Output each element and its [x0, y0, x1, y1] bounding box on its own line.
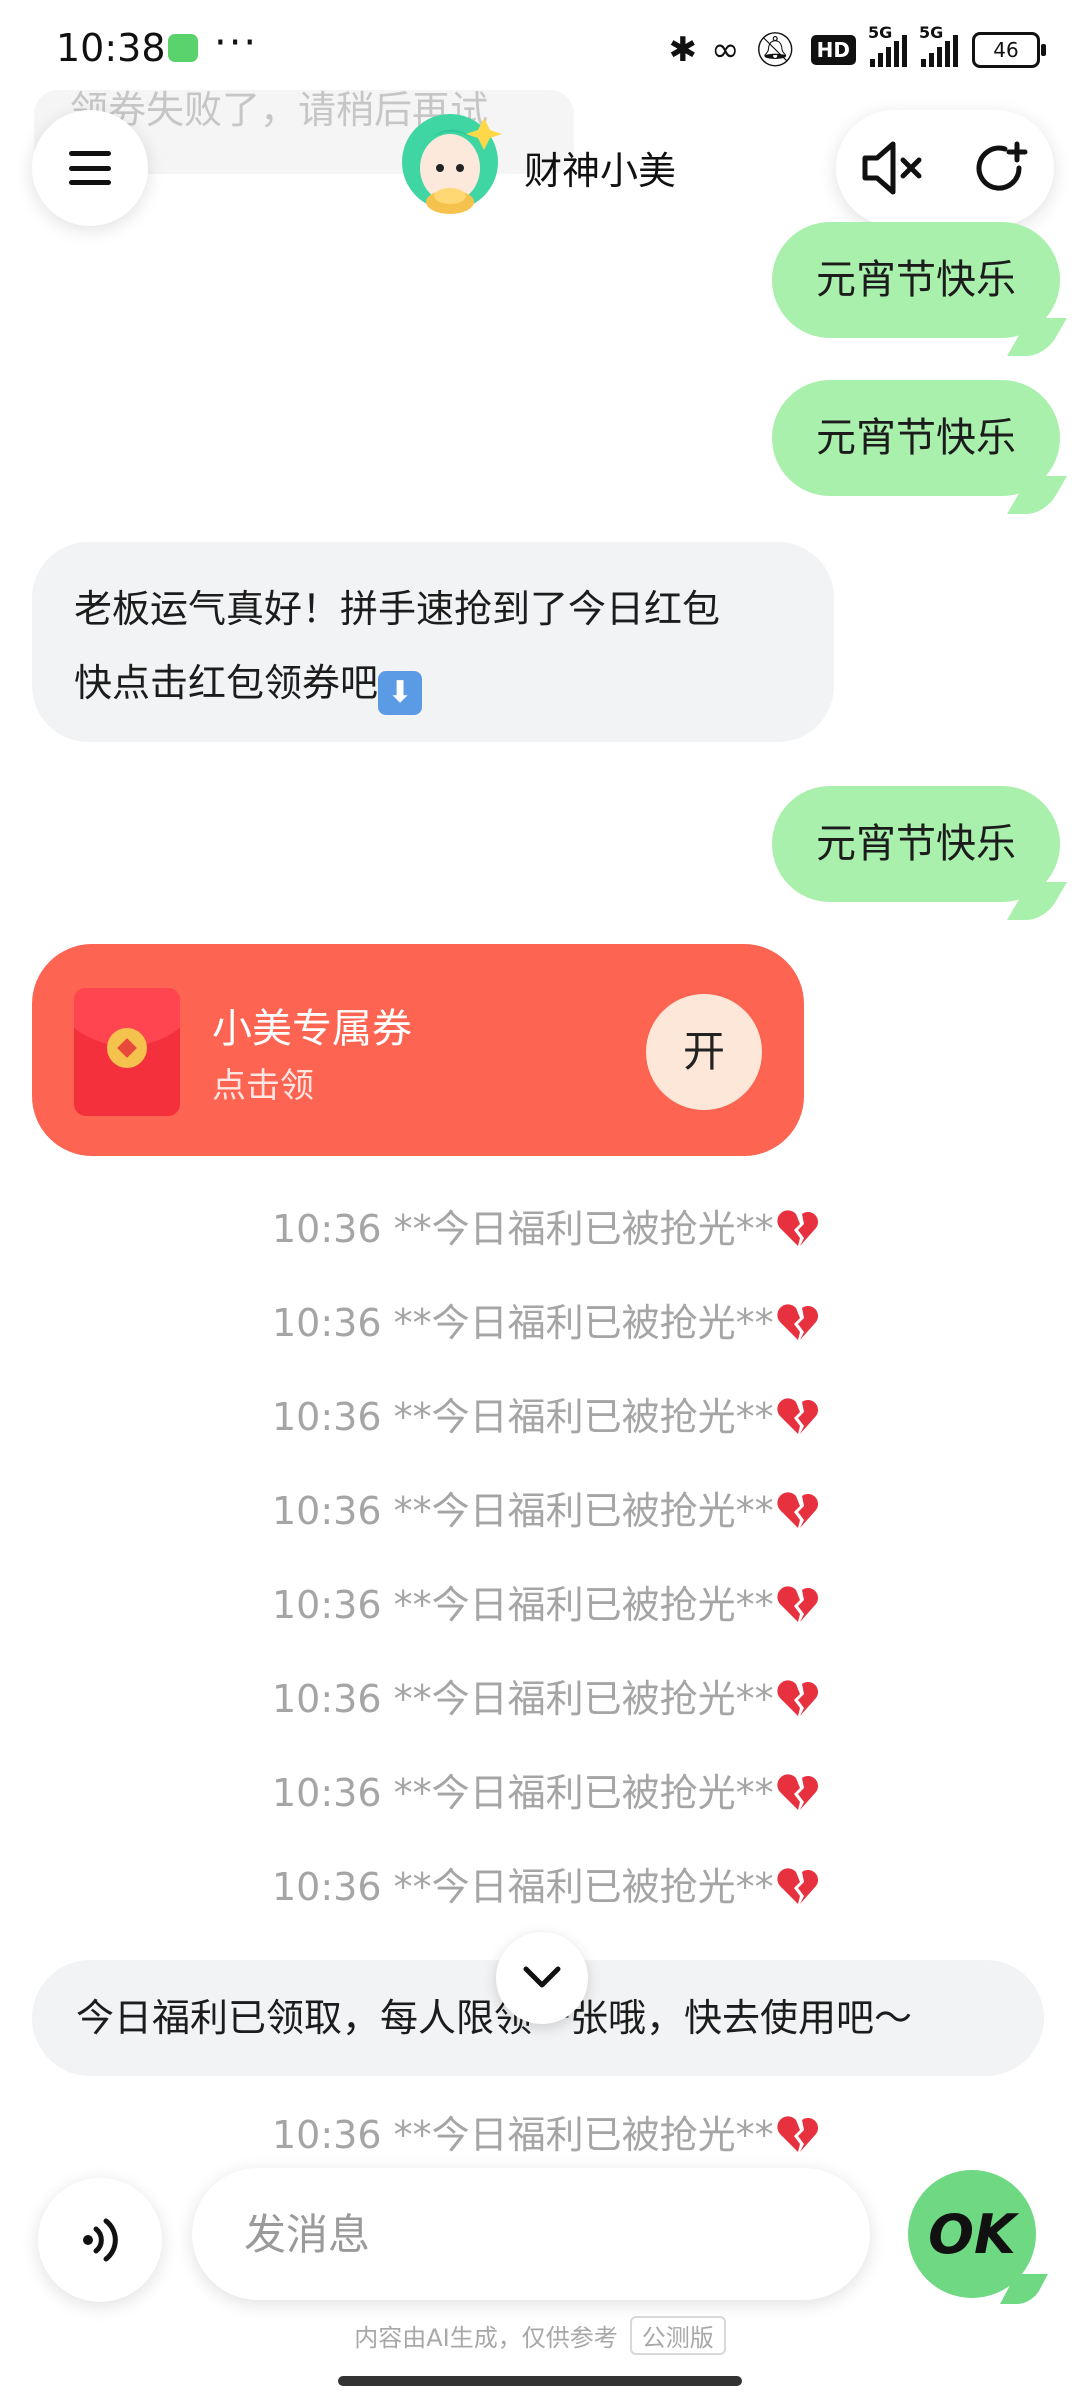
user-message[interactable]: 元宵节快乐 [772, 222, 1060, 338]
red-packet-card[interactable]: 小美专属券 点击领 开 [32, 944, 804, 1156]
open-red-packet-button[interactable]: 开 [646, 994, 762, 1110]
status-bar: 10:38 ··· ✱ ∞ 🔕︎ HD 5G 5G 46 [0, 0, 1080, 100]
signal-icon-2: 5G [919, 23, 958, 67]
bot-message[interactable]: 老板运气真好！拼手速抢到了今日红包 快点击红包领券吧 ⬇ [32, 542, 834, 742]
system-message: 10:36 **今日福利已被抢光** [272, 1298, 820, 1348]
hamburger-icon [69, 151, 111, 185]
broken-heart-icon [776, 1586, 818, 1622]
down-arrow-icon: ⬇ [378, 671, 423, 715]
message-input[interactable] [192, 2168, 870, 2300]
broken-heart-icon [776, 1304, 818, 1340]
status-icons: ✱ ∞ 🔕︎ HD 5G 5G 46 [668, 22, 1046, 78]
red-envelope-icon [74, 988, 180, 1116]
link-icon: ∞ [711, 30, 740, 70]
signal-icon: 5G [868, 23, 907, 67]
bot-name[interactable]: 财神小美 [524, 140, 676, 195]
system-message: 10:36 **今日福利已被抢光** [272, 1768, 820, 1818]
system-message: 10:36 **今日福利已被抢光** [272, 1392, 820, 1442]
red-packet-subtitle: 点击领 [212, 1066, 314, 1106]
broken-heart-icon [776, 1774, 818, 1810]
bot-message-line: 老板运气真好！拼手速抢到了今日红包 [74, 587, 721, 631]
system-message: 10:36 **今日福利已被抢光** [272, 1580, 820, 1630]
status-time: 10:38 [56, 26, 166, 70]
scroll-to-bottom-button[interactable] [496, 1932, 588, 2024]
header-actions [836, 110, 1054, 226]
user-message[interactable]: 元宵节快乐 [772, 380, 1060, 496]
voice-input-button[interactable] [38, 2178, 162, 2302]
red-packet-title: 小美专属券 [212, 1006, 412, 1052]
system-message: 10:36 **今日福利已被抢光** [272, 1862, 820, 1912]
home-indicator[interactable] [338, 2376, 742, 2386]
system-message: 10:36 **今日福利已被抢光** [272, 2110, 820, 2160]
broken-heart-icon [776, 1680, 818, 1716]
beta-badge: 公测版 [629, 2316, 726, 2355]
hd-badge: HD [810, 35, 856, 65]
more-notifications-icon: ··· [214, 20, 259, 66]
voice-wave-icon [83, 2218, 118, 2262]
ok-send-button[interactable]: OK [908, 2170, 1036, 2298]
bluetooth-icon: ✱ [668, 30, 698, 70]
ai-disclaimer-text: 内容由AI生成，仅供参考 [354, 2324, 618, 2352]
chevron-down-icon [523, 1966, 561, 1988]
system-message: 10:36 **今日福利已被抢光** [272, 1674, 820, 1724]
bot-message-line-2: 快点击红包领券吧 ⬇ [74, 646, 792, 720]
new-chat-icon[interactable] [971, 138, 1031, 198]
broken-heart-icon [776, 1398, 818, 1434]
bell-off-icon: 🔕︎ [753, 30, 797, 70]
bot-avatar[interactable] [400, 110, 504, 218]
broken-heart-icon [776, 1868, 818, 1904]
wechat-notification-icon [168, 34, 198, 62]
broken-heart-icon [776, 1492, 818, 1528]
speaker-muted-icon[interactable] [859, 138, 925, 198]
system-message: 10:36 **今日福利已被抢光** [272, 1204, 820, 1254]
chat-header: 财神小美 [0, 110, 1080, 230]
ai-disclaimer: 内容由AI生成，仅供参考 公测版 [0, 2316, 1080, 2355]
menu-button[interactable] [32, 110, 148, 226]
broken-heart-icon [776, 1210, 818, 1246]
battery-icon: 46 [972, 32, 1046, 68]
user-message[interactable]: 元宵节快乐 [772, 786, 1060, 902]
system-message: 10:36 **今日福利已被抢光** [272, 1486, 820, 1536]
broken-heart-icon [776, 2116, 818, 2152]
